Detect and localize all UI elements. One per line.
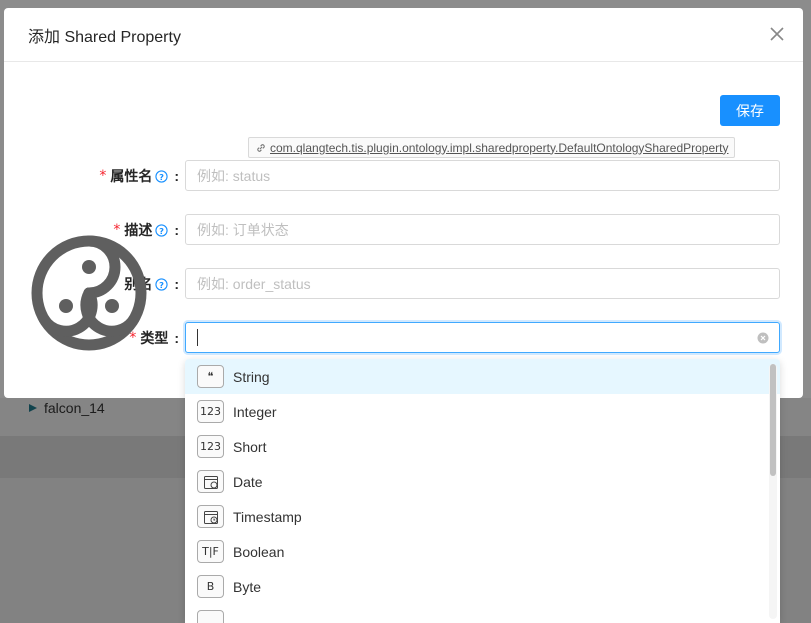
type-option[interactable]: Timestamp	[185, 499, 780, 534]
byte-icon: B	[197, 575, 224, 598]
type-dropdown: ❝ String 123 Integer 123 Short Date Time…	[185, 359, 780, 623]
save-button[interactable]: 保存	[720, 95, 780, 126]
type-option[interactable]: ❝ String	[185, 359, 780, 394]
type-option-label: Byte	[233, 578, 262, 595]
type-option-label: Boolean	[233, 543, 285, 560]
type-option[interactable]: Date	[185, 464, 780, 499]
label-colon: :	[174, 168, 179, 184]
name-input-placeholder: 例如: status	[197, 167, 271, 184]
link-icon	[257, 143, 265, 152]
question-circle-icon[interactable]: ?	[155, 169, 168, 183]
field-label-text: 属性名	[110, 168, 153, 184]
label-colon: :	[174, 222, 179, 238]
type-option-partial[interactable]	[185, 604, 780, 623]
type-option[interactable]: 123 Integer	[185, 394, 780, 429]
svg-text:?: ?	[159, 171, 164, 181]
svg-text:?: ?	[159, 279, 164, 289]
close-icon[interactable]	[769, 26, 785, 42]
form-row-name: * 属性名 ? : 例如: status	[4, 160, 803, 192]
quote-icon: ❝	[197, 365, 224, 388]
svg-text:?: ?	[159, 225, 164, 235]
type-select-input[interactable]	[185, 322, 780, 353]
type-option-label: Date	[233, 473, 263, 490]
type-option-label: Integer	[233, 403, 277, 420]
number-icon: 123	[197, 435, 224, 458]
name-input[interactable]: 例如: status	[185, 160, 780, 191]
question-circle-icon[interactable]: ?	[155, 277, 168, 291]
partial-icon	[197, 610, 224, 623]
description-input-placeholder: 例如: 订单状态	[197, 221, 289, 238]
type-option[interactable]: B Byte	[185, 569, 780, 604]
label-colon: :	[174, 330, 179, 346]
plugin-class-link[interactable]: com.qlangtech.tis.plugin.ontology.impl.s…	[248, 137, 736, 158]
clear-icon[interactable]	[757, 332, 769, 344]
type-option-label: Timestamp	[233, 508, 302, 525]
calendar-icon	[197, 470, 224, 493]
label-colon: :	[174, 276, 179, 292]
required-mark: *	[99, 168, 107, 184]
scrollbar-thumb[interactable]	[770, 364, 776, 476]
modal-header: 添加 Shared Property	[4, 8, 803, 62]
dropdown-scrollbar[interactable]	[769, 364, 777, 619]
true-false-icon: T|F	[197, 540, 224, 563]
type-option[interactable]: T|F Boolean	[185, 534, 780, 569]
type-option-label: String	[233, 368, 270, 385]
number-icon: 123	[197, 400, 224, 423]
text-caret	[197, 329, 198, 346]
alias-input[interactable]: 例如: order_status	[185, 268, 780, 299]
alias-input-placeholder: 例如: order_status	[197, 275, 311, 292]
type-option[interactable]: 123 Short	[185, 429, 780, 464]
modal-title: 添加 Shared Property	[28, 28, 181, 46]
field-label-name: * 属性名 ? :	[99, 160, 179, 192]
calendar-clock-icon	[197, 505, 224, 528]
question-circle-icon[interactable]: ?	[155, 223, 168, 237]
plugin-class-name: com.qlangtech.tis.plugin.ontology.impl.s…	[270, 140, 729, 155]
description-input[interactable]: 例如: 订单状态	[185, 214, 780, 245]
brand-logo-icon	[31, 235, 147, 351]
type-option-label: Short	[233, 438, 267, 455]
